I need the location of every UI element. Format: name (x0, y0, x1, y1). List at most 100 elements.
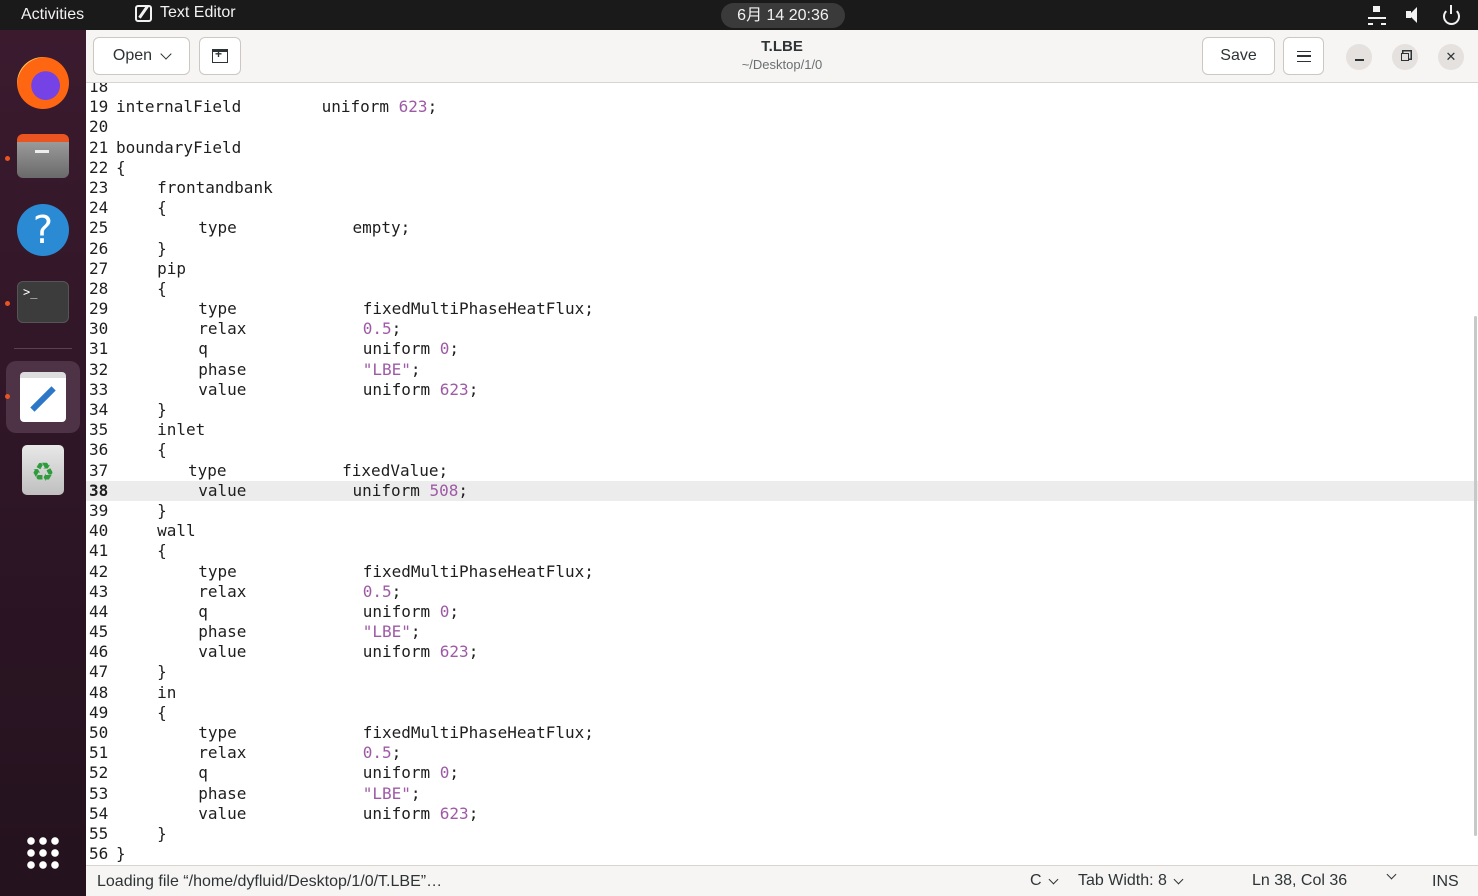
line-number: 26 (89, 238, 109, 258)
tab-width-selector[interactable]: Tab Width: 8 (1078, 872, 1184, 890)
code-lines: 18 19 internalField uniform 623; 20 21 boundar… (86, 83, 1478, 864)
code-line[interactable]: 34} (86, 400, 1478, 420)
code-line[interactable]: 40 wall (86, 521, 1478, 541)
code-keyword: type (198, 299, 237, 319)
chevron-down-icon[interactable] (1386, 869, 1397, 880)
code-line[interactable]: 21 boundaryField (86, 138, 1478, 158)
volume-icon[interactable] (1405, 5, 1425, 25)
code-keyword: } (116, 844, 126, 864)
code-keyword: { (116, 157, 126, 177)
app-menu-label: Text Editor (160, 4, 236, 21)
new-tab-button[interactable] (199, 37, 241, 75)
code-line[interactable]: 43 relax 0.5; (86, 582, 1478, 602)
code-line[interactable]: 29 type fixedMultiPhaseHeatFlux; (86, 299, 1478, 319)
code-line[interactable]: 45 phase "LBE"; (86, 622, 1478, 642)
code-keyword: q (198, 339, 208, 359)
code-value: 0.5; (362, 743, 402, 763)
code-line[interactable]: 48 in (86, 683, 1478, 703)
code-line[interactable]: 19 internalField uniform 623; (86, 97, 1478, 117)
cursor-position[interactable]: Ln 38, Col 36 (1252, 872, 1347, 890)
code-line[interactable]: 44 q uniform 0; (86, 602, 1478, 622)
power-icon[interactable] (1443, 4, 1460, 25)
terminal-icon[interactable]: >_ (17, 281, 69, 323)
code-line[interactable]: 56} (86, 844, 1478, 864)
code-keyword: { (157, 198, 167, 218)
minimize-button[interactable] (1346, 44, 1372, 70)
code-line[interactable]: 22 { (86, 158, 1478, 178)
code-keyword: wall (157, 521, 196, 541)
code-line[interactable]: 23 frontandbank (86, 178, 1478, 198)
network-icon[interactable] (1367, 5, 1387, 25)
language-selector[interactable]: C (1030, 872, 1059, 890)
main-menu-button[interactable] (1283, 37, 1324, 75)
line-number: 40 (89, 521, 109, 541)
firefox-icon[interactable] (17, 57, 69, 109)
code-line[interactable]: 37 type fixedValue; (86, 461, 1478, 481)
code-value: uniform 0; (362, 763, 460, 783)
code-line[interactable]: 54 value uniform 623; (86, 804, 1478, 824)
code-line[interactable]: 27 pip (86, 259, 1478, 279)
code-keyword: phase (198, 622, 247, 642)
text-editor-icon[interactable] (20, 372, 66, 422)
save-button[interactable]: Save (1202, 37, 1275, 75)
activities-button[interactable]: Activities (21, 6, 84, 24)
vertical-scrollbar[interactable] (1474, 316, 1477, 836)
line-number: 30 (89, 319, 109, 339)
open-button[interactable]: Open (93, 37, 190, 75)
system-tray[interactable] (1367, 4, 1460, 25)
app-menu[interactable]: Text Editor (135, 4, 236, 22)
code-line[interactable]: 32 phase "LBE"; (86, 360, 1478, 380)
code-line[interactable]: 25 type empty; (86, 218, 1478, 238)
code-keyword: relax (198, 581, 247, 601)
code-line[interactable]: 24 { (86, 198, 1478, 218)
insert-mode-indicator[interactable]: INS (1432, 873, 1459, 891)
show-apps-icon[interactable] (25, 835, 61, 871)
status-message: Loading file “/home/dyfluid/Desktop/1/0/… (97, 873, 443, 890)
new-tab-icon (212, 47, 228, 63)
code-value: uniform 623; (362, 379, 479, 399)
code-line[interactable]: 33 value uniform 623; (86, 380, 1478, 400)
chevron-down-icon (1048, 874, 1059, 884)
code-keyword: } (157, 400, 167, 419)
code-line[interactable]: 35 inlet (86, 420, 1478, 440)
text-editor-area[interactable]: 18 19 internalField uniform 623; 20 21 boundar… (86, 83, 1478, 865)
code-line[interactable]: 53 phase "LBE"; (86, 784, 1478, 804)
clock[interactable]: 6月 14 20:36 (721, 3, 845, 28)
code-line[interactable]: 18 (86, 83, 1478, 97)
code-line[interactable]: 50 type fixedMultiPhaseHeatFlux; (86, 723, 1478, 743)
line-number: 23 (89, 177, 109, 197)
code-line[interactable]: 30 relax 0.5; (86, 319, 1478, 339)
code-line[interactable]: 51 relax 0.5; (86, 743, 1478, 763)
code-line[interactable]: 41 { (86, 541, 1478, 561)
code-line[interactable]: 38 value uniform 508; (86, 480, 1478, 501)
code-keyword: value (198, 803, 247, 823)
close-button[interactable]: ✕ (1438, 44, 1464, 70)
line-number: 49 (89, 702, 109, 722)
code-line[interactable]: 28 { (86, 279, 1478, 299)
line-number: 27 (89, 258, 109, 278)
code-line[interactable]: 55} (86, 824, 1478, 844)
code-line[interactable]: 39} (86, 501, 1478, 521)
code-line[interactable]: 52 q uniform 0; (86, 763, 1478, 783)
code-line[interactable]: 36 { (86, 440, 1478, 460)
code-line[interactable]: 31 q uniform 0; (86, 339, 1478, 359)
status-bar: Loading file “/home/dyfluid/Desktop/1/0/… (86, 865, 1478, 896)
open-label: Open (112, 47, 153, 64)
trash-icon[interactable]: ♻ (22, 445, 64, 495)
code-line[interactable]: 26} (86, 239, 1478, 259)
code-line[interactable]: 46 value uniform 623; (86, 642, 1478, 662)
files-icon[interactable] (17, 134, 69, 178)
line-number: 44 (89, 601, 109, 621)
chevron-down-icon (1173, 874, 1184, 884)
code-keyword: { (157, 278, 167, 298)
language-label: C (1030, 872, 1042, 889)
code-keyword: value (198, 480, 247, 500)
code-value: uniform 508; (352, 480, 469, 500)
help-icon[interactable]: ? (17, 204, 69, 256)
code-line[interactable]: 49 { (86, 703, 1478, 723)
dock-separator (14, 348, 72, 349)
code-line[interactable]: 42 type fixedMultiPhaseHeatFlux; (86, 562, 1478, 582)
code-line[interactable]: 20 (86, 117, 1478, 137)
code-line[interactable]: 47} (86, 662, 1478, 682)
maximize-button[interactable] (1392, 44, 1418, 70)
